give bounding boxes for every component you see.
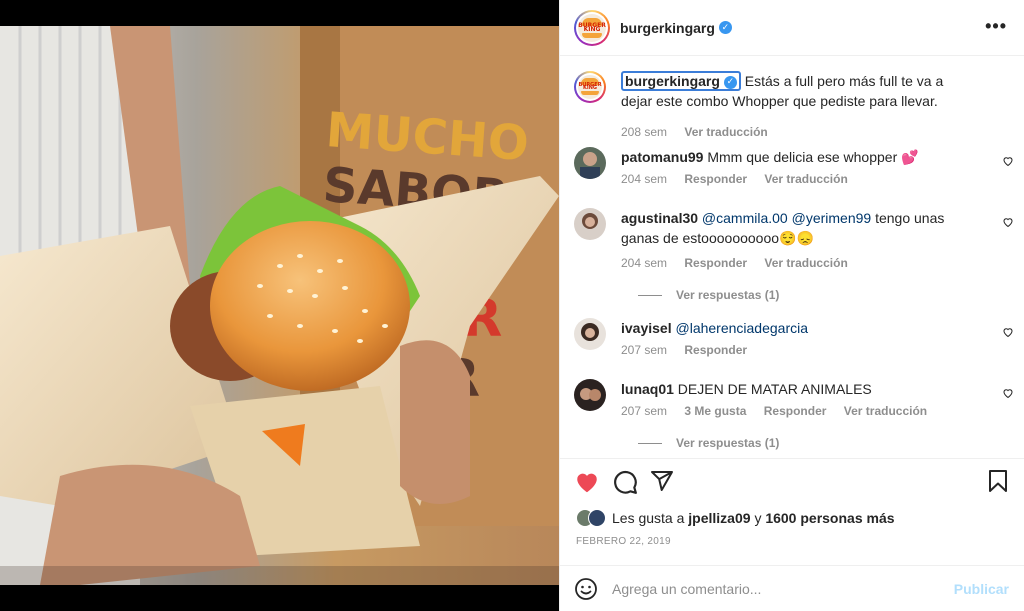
commenter-avatar[interactable]: [574, 208, 606, 240]
reply-button[interactable]: Responder: [684, 256, 747, 270]
comment-time: 207 sem: [621, 404, 668, 418]
post-header: BURGER KING burgerkingarg ✓ •••: [560, 0, 1024, 56]
liker-username[interactable]: jpelliza09: [688, 510, 750, 526]
view-replies-button[interactable]: Ver respuestas (1): [638, 288, 779, 302]
add-comment-bar: Publicar: [560, 565, 1024, 611]
comment-meta: 207 sem Responder: [621, 343, 761, 357]
burger-king-logo-icon: BURGER KING: [578, 75, 602, 99]
comment-time: 204 sem: [621, 172, 668, 186]
comment-likes-count[interactable]: 3 Me gusta: [684, 404, 746, 418]
comment-like-heart-icon[interactable]: [1002, 387, 1014, 399]
reply-button[interactable]: Responder: [684, 343, 747, 357]
commenter-username[interactable]: agustinal30: [621, 210, 698, 226]
like-heart-icon[interactable]: [574, 469, 600, 495]
liker-avatar[interactable]: [588, 509, 606, 527]
mention-link[interactable]: @yerimen99: [792, 210, 872, 226]
commenter-avatar[interactable]: [574, 318, 606, 350]
comment-like-heart-icon[interactable]: [1002, 326, 1014, 338]
caption-time: 208 sem: [621, 125, 668, 139]
likes-prefix: Les gusta a: [612, 510, 685, 526]
comment-like-heart-icon[interactable]: [1002, 216, 1014, 228]
reply-button[interactable]: Responder: [764, 404, 827, 418]
translate-button[interactable]: Ver traducción: [764, 172, 847, 186]
reply-button[interactable]: Responder: [684, 172, 747, 186]
post-date[interactable]: Febrero 22, 2019: [576, 536, 671, 547]
comment-icon[interactable]: [612, 469, 638, 495]
save-bookmark-icon[interactable]: [987, 469, 1009, 493]
view-replies-label: Ver respuestas (1): [676, 436, 780, 450]
comment-time: 207 sem: [621, 343, 668, 357]
burger-king-logo-icon: BURGER KING: [578, 13, 606, 42]
translate-button[interactable]: Ver traducción: [844, 404, 927, 418]
commenter-username[interactable]: ivayisel: [621, 320, 672, 336]
more-options-icon[interactable]: •••: [985, 16, 1007, 37]
view-replies-button[interactable]: Ver respuestas (1): [638, 436, 779, 450]
commenter-username[interactable]: patomanu99: [621, 149, 703, 165]
commenter-avatar[interactable]: [574, 147, 606, 179]
mention-link[interactable]: @cammila.00: [702, 210, 788, 226]
comment-meta: 207 sem 3 Me gusta Responder Ver traducc…: [621, 404, 941, 418]
post-actions: Les gusta a jpelliza09 y 1600 personas m…: [560, 458, 1024, 564]
view-replies-label: Ver respuestas (1): [676, 288, 780, 302]
post-photo-panel: MUCHO SABOR UR R: [0, 0, 559, 611]
verified-badge-icon: ✓: [723, 75, 737, 89]
verified-badge-icon: ✓: [718, 21, 732, 34]
likes-join: y: [754, 510, 762, 526]
author-username[interactable]: burgerkingarg: [620, 20, 715, 36]
comment-text: DEJEN DE MATAR ANIMALES: [677, 381, 872, 397]
likes-count[interactable]: 1600 personas más: [765, 510, 894, 526]
author-avatar[interactable]: BURGER KING: [574, 9, 610, 46]
emoji-icon[interactable]: [574, 577, 598, 601]
comments-section[interactable]: BURGER KING burgerkingarg ✓ Estás a full p…: [560, 57, 1024, 457]
comment-text: Mmm que delicia ese whopper 💕: [707, 149, 919, 165]
commenter-username[interactable]: lunaq01: [621, 381, 674, 397]
replies-divider: [638, 295, 662, 297]
caption-meta: 208 sem Ver traducción: [621, 125, 782, 139]
comment-meta: 204 sem Responder Ver traducción: [621, 172, 862, 186]
caption-translate-button[interactable]: Ver traducción: [684, 125, 767, 139]
mention-link[interactable]: @laherenciadegarcia: [676, 320, 809, 336]
comment-input[interactable]: [612, 580, 932, 597]
caption-username: burgerkingarg: [625, 73, 720, 89]
post-image[interactable]: MUCHO SABOR UR R: [0, 26, 559, 585]
translate-button[interactable]: Ver traducción: [764, 256, 847, 270]
comment-time: 204 sem: [621, 256, 668, 270]
comment-meta: 204 sem Responder Ver traducción: [621, 256, 862, 270]
caption-username-link[interactable]: burgerkingarg ✓: [621, 71, 741, 91]
caption-avatar[interactable]: BURGER KING: [574, 71, 606, 103]
likes-summary: Les gusta a jpelliza09 y 1600 personas m…: [576, 509, 895, 527]
comment-like-heart-icon[interactable]: [1002, 155, 1014, 167]
replies-divider: [638, 443, 662, 445]
post-details-panel: BURGER KING burgerkingarg ✓ ••• BURGER KIN…: [559, 0, 1024, 611]
share-send-icon[interactable]: [650, 469, 674, 493]
commenter-avatar[interactable]: [574, 379, 606, 411]
publish-button[interactable]: Publicar: [954, 581, 1009, 597]
burger-photo: MUCHO SABOR UR R: [0, 26, 559, 585]
